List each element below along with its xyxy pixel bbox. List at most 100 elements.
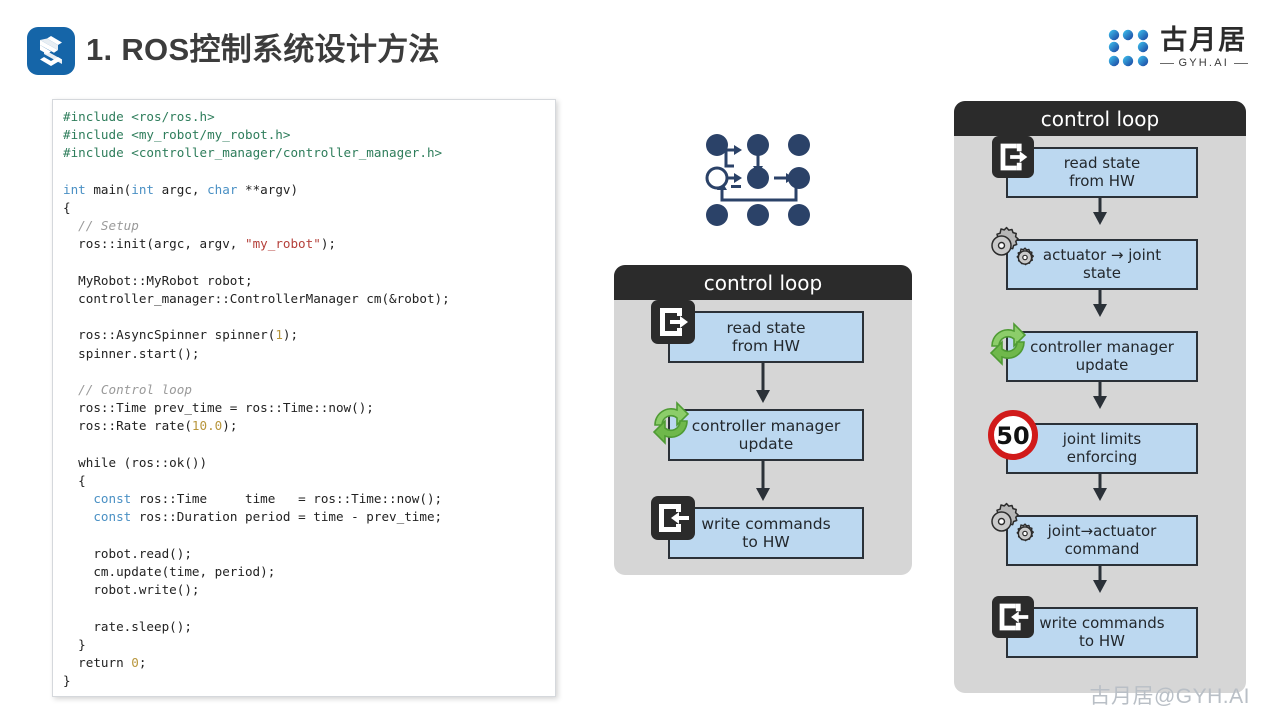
code-token: robot.write(); bbox=[63, 582, 200, 598]
flow-step-read-state[interactable]: read state from HW bbox=[1006, 147, 1198, 198]
gyh-logo-cn: 古月居 bbox=[1160, 25, 1248, 55]
code-token: rate.sleep(); bbox=[63, 618, 192, 634]
code-token: const bbox=[93, 491, 132, 507]
flow-step-label-line1: read state bbox=[1063, 153, 1141, 172]
code-line: { bbox=[63, 199, 450, 217]
code-line: while (ros::ok()) bbox=[63, 454, 450, 472]
code-token: <controller_manager/controller_manager.h… bbox=[131, 145, 443, 161]
code-token: 10.0 bbox=[191, 418, 223, 434]
stacked-s-logo-icon bbox=[27, 27, 75, 75]
flow-step-label-line1: controller manager bbox=[1030, 337, 1174, 356]
code-line: } bbox=[63, 636, 450, 654]
code-line: #include <controller_manager/controller_… bbox=[63, 144, 450, 162]
code-line: ros::Time prev_time = ros::Time::now(); bbox=[63, 399, 450, 417]
code-line: ros::Rate rate(10.0); bbox=[63, 417, 450, 435]
gears-icon bbox=[980, 500, 1038, 559]
diagram-control-loop-full: control loop read state from HW actuator… bbox=[954, 101, 1246, 693]
code-line: } bbox=[63, 672, 450, 690]
code-line: cm.update(time, period); bbox=[63, 563, 450, 581]
code-token: while (ros::ok()) bbox=[63, 454, 208, 470]
flow-step-label-line2: state bbox=[1083, 263, 1121, 282]
ros-node-graph-icon bbox=[700, 128, 816, 232]
diagram-body: read state from HW controller manager up… bbox=[614, 300, 912, 575]
code-token: { bbox=[63, 200, 71, 216]
code-token: #include bbox=[63, 109, 132, 124]
code-line: robot.write(); bbox=[63, 581, 450, 599]
flow-step-label-line2: enforcing bbox=[1066, 447, 1138, 466]
diagram-body: read state from HW actuator → joint stat… bbox=[954, 136, 1246, 693]
code-token: int bbox=[131, 181, 154, 197]
code-token: // Control loop bbox=[63, 382, 192, 398]
code-block: #include <ros/ros.h> #include <my_robot/m… bbox=[63, 108, 450, 691]
door-in-icon bbox=[992, 136, 1034, 183]
code-line: #include <ros/ros.h> bbox=[63, 108, 450, 126]
code-token: #include bbox=[63, 127, 132, 143]
code-line: controller_manager::ControllerManager cm… bbox=[63, 290, 450, 308]
code-line: rate.sleep(); bbox=[63, 618, 450, 636]
gyh-logo: 古月居 GYH.AI bbox=[1107, 25, 1248, 70]
code-token: argc, bbox=[154, 181, 208, 197]
code-token: 0 bbox=[131, 655, 139, 671]
refresh-cycle-icon bbox=[645, 397, 697, 454]
code-line: // Setup bbox=[63, 217, 450, 235]
rule-left bbox=[1159, 62, 1174, 64]
code-line: const ros::Duration period = time - prev… bbox=[63, 508, 450, 526]
flow-step-write-commands[interactable]: write commands to HW bbox=[1006, 607, 1198, 658]
diagram-title: control loop bbox=[614, 265, 912, 300]
code-panel: #include <ros/ros.h> #include <my_robot/m… bbox=[52, 99, 556, 697]
gyh-node-network-icon bbox=[1107, 27, 1151, 69]
code-token: ros::Time prev_time = ros::Time::now(); bbox=[63, 400, 374, 416]
code-token: main( bbox=[85, 181, 132, 197]
door-in-icon bbox=[651, 300, 695, 349]
flow-step-label-line1: joint→actuator bbox=[1047, 521, 1157, 540]
code-token: ros::Duration period = time - prev_time; bbox=[131, 509, 443, 525]
door-out-icon bbox=[992, 596, 1034, 643]
flow-step-label-line2: to HW bbox=[742, 533, 790, 551]
rule-right bbox=[1234, 62, 1248, 64]
code-token: ); bbox=[222, 418, 238, 434]
diagram-title: control loop bbox=[954, 101, 1246, 136]
flow-step-label-line1: controller manager bbox=[691, 416, 841, 435]
code-token: ros::Rate rate( bbox=[63, 418, 192, 434]
gyh-logo-en: GYH.AI bbox=[1178, 57, 1229, 69]
flow-step-write-commands[interactable]: write commands to HW bbox=[668, 507, 864, 559]
code-token: ); bbox=[320, 236, 336, 252]
code-token: #include bbox=[63, 145, 132, 161]
code-token: } bbox=[63, 673, 71, 689]
code-token: ros::Time time = ros::Time::now(); bbox=[131, 491, 443, 507]
svg-text:50: 50 bbox=[996, 422, 1029, 450]
code-line: #include <my_robot/my_robot.h> bbox=[63, 126, 450, 144]
speed-limit-50-icon: 50 bbox=[988, 410, 1038, 465]
page-header: 1. ROS控制系统设计方法 古月居 GYH.AI bbox=[0, 0, 1280, 92]
code-token: MyRobot::MyRobot robot; bbox=[63, 272, 253, 288]
diagram-control-loop-simple: control loop read state from HW controll… bbox=[614, 265, 912, 575]
code-token: char bbox=[207, 181, 238, 197]
code-token: ros::AsyncSpinner spinner( bbox=[63, 327, 276, 343]
code-token: **argv) bbox=[237, 181, 299, 197]
flow-step-label-line2: from HW bbox=[1069, 171, 1135, 190]
code-line: const ros::Time time = ros::Time::now(); bbox=[63, 490, 450, 508]
flow-step-label-line2: from HW bbox=[732, 337, 800, 355]
code-token: "my_robot" bbox=[244, 236, 321, 252]
flow-step-label-line1: write commands bbox=[701, 514, 831, 533]
code-token: spinner.start(); bbox=[63, 345, 200, 361]
code-token: <my_robot/my_robot.h> bbox=[131, 127, 291, 143]
code-token: 1 bbox=[275, 327, 283, 343]
code-token: int bbox=[63, 181, 86, 197]
flow-step-controller-manager-update[interactable]: controller manager update bbox=[668, 409, 864, 461]
code-token: { bbox=[63, 473, 86, 489]
flow-step-read-state[interactable]: read state from HW bbox=[668, 311, 864, 363]
code-line: spinner.start(); bbox=[63, 345, 450, 363]
code-line: robot.read(); bbox=[63, 545, 450, 563]
flow-step-label-line1: read state bbox=[726, 318, 806, 337]
gears-icon bbox=[980, 224, 1038, 283]
flow-step-label-line1: joint limits bbox=[1062, 429, 1142, 448]
code-token: } bbox=[63, 636, 86, 652]
flow-step-label-line2: update bbox=[1075, 355, 1129, 374]
flow-step-controller-manager-update[interactable]: controller manager update bbox=[1006, 331, 1198, 382]
